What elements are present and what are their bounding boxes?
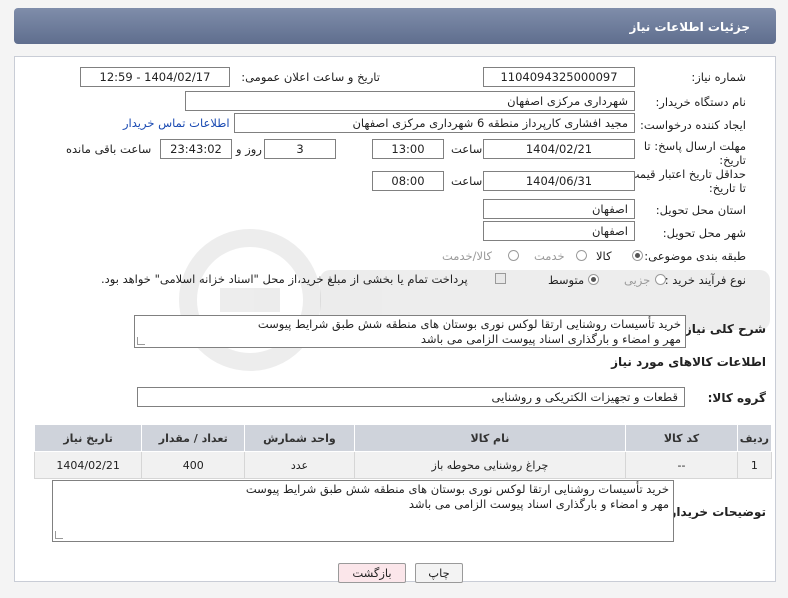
- back-button[interactable]: بازگشت: [338, 563, 406, 583]
- process-radio-medium[interactable]: [588, 274, 599, 285]
- buyer-notes-line-1: خرید تأسیسات روشنایی ارتقا لوکس نوری بوس…: [245, 482, 669, 496]
- goods-table: ردیف کد کالا نام کالا واحد شمارش تعداد /…: [33, 424, 773, 479]
- category-service-label: خدمت: [534, 249, 565, 263]
- cell-name: چراغ روشنایی محوطه باز: [353, 451, 627, 479]
- col-header-code: کد کالا: [625, 424, 738, 452]
- need-number-field: 1104094325000097: [483, 67, 635, 87]
- reply-deadline-label: مهلت ارسال پاسخ: تا: [643, 139, 746, 153]
- goods-group-label: گروه کالا:: [707, 391, 766, 405]
- category-both-label: کالا/خدمت: [442, 249, 493, 263]
- reply-time-label: ساعت: [451, 142, 483, 156]
- creator-field: مجید افشاری کارپرداز منطقه 6 شهرداری مرک…: [234, 113, 635, 133]
- city-label: شهر محل تحویل:: [662, 226, 746, 240]
- price-time-label: ساعت: [451, 174, 483, 188]
- buyer-org-label: نام دستگاه خریدار:: [655, 95, 746, 109]
- cell-row-no: 1: [736, 451, 773, 479]
- buyer-notes-label: توضیحات خریدار:: [664, 505, 766, 519]
- category-radio-goods[interactable]: [632, 250, 643, 261]
- province-label: استان محل تحویل:: [655, 203, 746, 217]
- buyer-notes-textarea[interactable]: خرید تأسیسات روشنایی ارتقا لوکس نوری بوس…: [52, 480, 674, 542]
- process-radio-minor[interactable]: [655, 274, 666, 285]
- announce-label: تاریخ و ساعت اعلان عمومی:: [241, 70, 380, 84]
- buyer-contact-link[interactable]: اطلاعات تماس خریدار: [123, 116, 230, 130]
- price-date-field: 1404/06/31: [483, 171, 635, 191]
- reply-date-field: 1404/02/21: [483, 139, 635, 159]
- print-button[interactable]: چاپ: [415, 563, 463, 583]
- cell-code: --: [625, 451, 738, 479]
- resize-handle-icon[interactable]: [55, 531, 63, 539]
- province-field: اصفهان: [483, 199, 635, 219]
- description-line-1: خرید تأسیسات روشنایی ارتقا لوکس نوری بوس…: [257, 317, 681, 331]
- reply-time-field: 13:00: [372, 139, 444, 159]
- category-label: طبقه بندی موضوعی:: [644, 249, 746, 263]
- category-radio-both[interactable]: [508, 250, 519, 261]
- col-header-unit: واحد شمارش: [244, 424, 355, 452]
- price-time-field: 08:00: [372, 171, 444, 191]
- description-line-2: مهر و امضاء و بارگذاری اسناد پیوست الزام…: [420, 332, 681, 346]
- price-validity-label-2: تا تاریخ:: [708, 181, 746, 195]
- col-header-quantity: تعداد / مقدار: [141, 424, 246, 452]
- process-label: نوع فرآیند خرید :: [664, 273, 746, 287]
- resize-handle-icon[interactable]: [137, 337, 145, 345]
- buyer-org-field: شهرداری مرکزی اصفهان: [185, 91, 635, 111]
- description-textarea[interactable]: خرید تأسیسات روشنایی ارتقا لوکس نوری بوس…: [134, 315, 686, 348]
- reply-deadline-label-2: تاریخ:: [719, 153, 746, 167]
- table-header-row: ردیف کد کالا نام کالا واحد شمارش تعداد /…: [33, 424, 773, 452]
- days-field: 3: [264, 139, 336, 159]
- category-goods-label: کالا: [596, 249, 612, 263]
- buyer-notes-line-2: مهر و امضاء و بارگذاری اسناد پیوست الزام…: [408, 497, 669, 511]
- process-minor-label: جزیی: [624, 273, 651, 287]
- page-header: جزئیات اطلاعات نیاز: [14, 8, 776, 44]
- cell-unit: عدد: [244, 451, 355, 479]
- cell-date: 1404/02/21: [33, 451, 143, 479]
- announce-field: 1404/02/17 - 12:59: [80, 67, 230, 87]
- need-number-label: شماره نیاز:: [691, 70, 746, 84]
- category-radio-service[interactable]: [576, 250, 587, 261]
- goods-group-field: قطعات و تجهیزات الکتریکی و روشنایی: [137, 387, 685, 407]
- goods-section-title: اطلاعات کالاهای مورد نیاز: [611, 355, 766, 369]
- process-medium-label: متوسط: [548, 273, 585, 287]
- col-header-row-no: ردیف: [736, 424, 773, 452]
- cell-quantity: 400: [141, 451, 246, 479]
- col-header-date: تاریخ نیاز: [33, 424, 143, 452]
- price-validity-label: حداقل تاریخ اعتبار قیمت:: [624, 167, 746, 181]
- remaining-time-field: 23:43:02: [160, 139, 232, 159]
- table-row: 1 -- چراغ روشنایی محوطه باز عدد 400 1404…: [33, 451, 773, 479]
- days-label: روز و: [236, 142, 262, 156]
- remaining-label: ساعت باقی مانده: [66, 142, 152, 156]
- page-title: جزئیات اطلاعات نیاز: [629, 20, 750, 34]
- treasury-payment-note: پرداخت تمام یا بخشی از مبلغ خرید،از محل …: [101, 272, 468, 286]
- description-label: شرح کلی نیاز:: [680, 322, 766, 336]
- city-field: اصفهان: [483, 221, 635, 241]
- col-header-name: نام کالا: [353, 424, 627, 452]
- creator-label: ایجاد کننده درخواست:: [640, 118, 746, 132]
- treasury-payment-checkbox[interactable]: [495, 273, 506, 284]
